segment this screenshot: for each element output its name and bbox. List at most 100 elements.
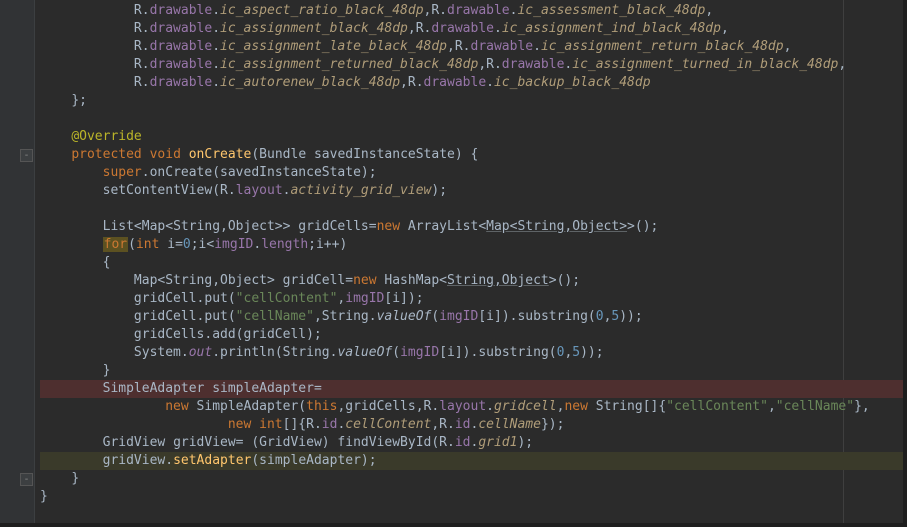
token: ic_autorenew_black_48dp	[220, 75, 400, 90]
token: drawable	[150, 3, 213, 18]
token: .println(String.	[212, 345, 337, 360]
code-line[interactable]: }	[40, 470, 903, 488]
token: (	[128, 237, 136, 252]
token: ));	[580, 345, 603, 360]
code-line[interactable]: protected void onCreate(Bundle savedInst…	[40, 146, 903, 164]
token: ic_assignment_return_black_48dp	[541, 39, 784, 54]
token: drawable	[431, 21, 494, 36]
code-line[interactable]: for(int i=0;i<imgID.length;i++)	[40, 236, 903, 254]
token: R.	[134, 21, 150, 36]
token: "cellContent"	[666, 399, 768, 414]
code-line[interactable]: gridCells.add(gridCell);	[40, 326, 903, 344]
token: }	[71, 471, 79, 486]
code-line[interactable]: }	[40, 488, 903, 506]
token: protected	[71, 147, 149, 162]
token: .	[253, 237, 261, 252]
gutter: --	[0, 0, 35, 527]
token: .	[486, 75, 494, 90]
token: cellName	[478, 417, 541, 432]
token: id	[455, 417, 471, 432]
token: System.	[134, 345, 189, 360]
code-line[interactable]: @Override	[40, 128, 903, 146]
token: gridView.	[103, 453, 173, 468]
token: ic_assignment_black_48dp	[220, 21, 408, 36]
token: drawable	[447, 3, 510, 18]
token: ,R.	[431, 417, 454, 432]
fold-toggle-icon[interactable]: -	[20, 149, 33, 162]
frame-border-bottom	[0, 523, 907, 527]
code-line[interactable]: System.out.println(String.valueOf(imgID[…	[40, 344, 903, 362]
token: drawable	[150, 57, 213, 72]
token: );	[517, 435, 533, 450]
token: "cellName"	[776, 399, 854, 414]
token: }	[103, 363, 111, 378]
code-line[interactable]: setContentView(R.layout.activity_grid_vi…	[40, 182, 903, 200]
token: SimpleAdapter(	[197, 399, 307, 414]
code-line[interactable]: Map<String,Object> gridCell=new HashMap<…	[40, 272, 903, 290]
token: HashMap<	[384, 273, 447, 288]
token: }	[40, 489, 48, 504]
token: ;i<	[191, 237, 214, 252]
code-line[interactable]: gridCell.put("cellName",String.valueOf(i…	[40, 308, 903, 326]
token: "cellName"	[236, 309, 314, 324]
token: setContentView(R.	[103, 183, 236, 198]
token: Map<String,Object>	[486, 219, 627, 234]
token: imgID	[400, 345, 439, 360]
code-line[interactable]	[40, 110, 903, 128]
token: String,Object	[447, 273, 549, 288]
token: drawable	[150, 75, 213, 90]
token: gridcell	[494, 399, 557, 414]
token: ,	[838, 57, 846, 72]
token: .onCreate(savedInstanceState);	[142, 165, 377, 180]
token: R.	[134, 3, 150, 18]
token: int	[259, 417, 282, 432]
token: gridCell.put(	[134, 291, 236, 306]
code-line[interactable]: R.drawable.ic_assignment_black_48dp,R.dr…	[40, 20, 903, 38]
code-line[interactable]: }	[40, 362, 903, 380]
token: {	[103, 255, 111, 270]
token: R.	[134, 75, 150, 90]
code-line[interactable]: gridView.setAdapter(simpleAdapter);	[40, 452, 903, 470]
code-line[interactable]: R.drawable.ic_autorenew_black_48dp,R.dra…	[40, 74, 903, 92]
token: drawable	[150, 39, 213, 54]
code-line[interactable]: {	[40, 254, 903, 272]
code-line[interactable]: GridView gridView= (GridView) findViewBy…	[40, 434, 903, 452]
token: .	[212, 21, 220, 36]
token: new	[377, 219, 408, 234]
code-line[interactable]: new SimpleAdapter(this,gridCells,R.layou…	[40, 398, 903, 416]
code-editor[interactable]: -- R.drawable.ic_aspect_ratio_black_48dp…	[0, 0, 907, 527]
code-line[interactable]: R.drawable.ic_assignment_returned_black_…	[40, 56, 903, 74]
token: .	[212, 3, 220, 18]
token: layout	[236, 183, 283, 198]
token: ,R.	[408, 21, 431, 36]
code-line[interactable]: };	[40, 92, 903, 110]
code-area[interactable]: R.drawable.ic_aspect_ratio_black_48dp,R.…	[40, 2, 903, 523]
code-line[interactable]: gridCell.put("cellContent",imgID[i]);	[40, 290, 903, 308]
token: ,	[721, 21, 729, 36]
token: ,	[768, 399, 776, 414]
token: 5	[572, 345, 580, 360]
token: ic_backup_black_48dp	[494, 75, 651, 90]
code-line[interactable]: R.drawable.ic_aspect_ratio_black_48dp,R.…	[40, 2, 903, 20]
token: 0	[596, 309, 604, 324]
token: ic_assignment_turned_in_black_48dp	[572, 57, 838, 72]
token: new	[564, 399, 595, 414]
code-line[interactable]	[40, 200, 903, 218]
token: int	[136, 237, 167, 252]
frame-border-right	[903, 0, 907, 527]
code-line[interactable]: SimpleAdapter simpleAdapter=	[40, 380, 903, 398]
token: .	[212, 75, 220, 90]
token: ic_assignment_ind_black_48dp	[502, 21, 721, 36]
code-line[interactable]: List<Map<String,Object>> gridCells=new A…	[40, 218, 903, 236]
token: [i]);	[384, 291, 423, 306]
token: >();	[627, 219, 658, 234]
code-line[interactable]: new int[]{R.id.cellContent,R.id.cellName…	[40, 416, 903, 434]
fold-toggle-icon[interactable]: -	[20, 473, 33, 486]
token: .	[494, 21, 502, 36]
token: ,R.	[424, 3, 447, 18]
code-line[interactable]: super.onCreate(savedInstanceState);	[40, 164, 903, 182]
token: valueOf	[377, 309, 432, 324]
token: (Bundle savedInstanceState) {	[251, 147, 478, 162]
code-line[interactable]: R.drawable.ic_assignment_late_black_48dp…	[40, 38, 903, 56]
token: id	[322, 417, 338, 432]
